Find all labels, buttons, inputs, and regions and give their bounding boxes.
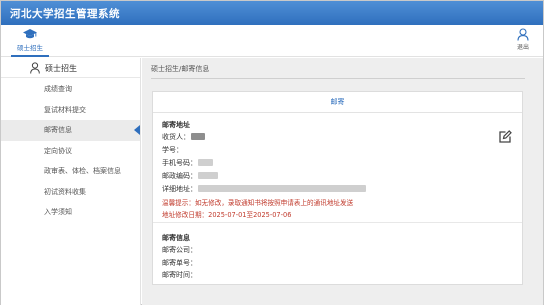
sidebar-item-retest-materials[interactable]: 复试材料提交 bbox=[1, 100, 140, 121]
postcode-value-redacted bbox=[198, 172, 218, 179]
mailing-info-title: 邮寄信息 bbox=[162, 234, 190, 242]
logout-label: 退出 bbox=[516, 44, 529, 51]
postcode-label: 邮政编码： bbox=[162, 172, 197, 180]
company-label: 邮寄公司： bbox=[162, 246, 197, 254]
postcode-row: 邮政编码： bbox=[162, 171, 218, 181]
app-window: 河北大学招生管理系统 硕士招生 退出 硕士招生 成绩查询 复试材料提交 邮寄信息… bbox=[0, 0, 544, 305]
recipient-value-redacted bbox=[191, 133, 205, 140]
section-divider bbox=[153, 222, 522, 223]
address-row: 详细地址： bbox=[162, 184, 366, 194]
logout-button[interactable]: 退出 bbox=[513, 28, 533, 51]
sidebar-item-political-medical-archive[interactable]: 政审表、体检、档案信息 bbox=[1, 161, 140, 182]
sidebar-item-initial-test-collection[interactable]: 初试资料收集 bbox=[1, 182, 140, 203]
sidebar-item-enrollment-notice[interactable]: 入学须知 bbox=[1, 202, 140, 223]
breadcrumb: 硕士招生/邮寄信息 bbox=[151, 65, 210, 73]
mail-time-label: 邮寄时间： bbox=[162, 271, 197, 279]
tab-mailing[interactable]: 邮寄 bbox=[153, 92, 522, 113]
student-id-label: 学号： bbox=[162, 146, 183, 154]
user-icon bbox=[30, 62, 40, 74]
sidebar-header-label: 硕士招生 bbox=[45, 64, 77, 73]
recipient-row: 收货人： bbox=[162, 132, 205, 142]
company-row: 邮寄公司： bbox=[162, 245, 197, 255]
student-id-row: 学号： bbox=[162, 145, 183, 155]
mailing-card: 邮寄 邮寄地址 收货人： 学号： 手机号码： 邮政编码： 详细地址： 温馨提示：… bbox=[152, 91, 523, 285]
sidebar-item-label: 邮寄信息 bbox=[44, 126, 72, 134]
tab-label: 硕士招生 bbox=[17, 44, 43, 52]
top-nav: 硕士招生 退出 bbox=[1, 25, 543, 57]
mail-time-row: 邮寄时间： bbox=[162, 270, 197, 280]
active-tab-indicator bbox=[11, 55, 49, 57]
sidebar-header[interactable]: 硕士招生 bbox=[1, 58, 140, 78]
address-value-redacted bbox=[198, 185, 366, 192]
sidebar-item-score-query[interactable]: 成绩查询 bbox=[1, 79, 140, 100]
tab-master-admission[interactable]: 硕士招生 bbox=[9, 27, 51, 57]
mailing-address-title: 邮寄地址 bbox=[162, 121, 190, 129]
breadcrumb-divider bbox=[151, 78, 525, 79]
sidebar-menu: 成绩查询 复试材料提交 邮寄信息 定向协议 政审表、体检、档案信息 初试资料收集… bbox=[1, 79, 140, 223]
address-label: 详细地址： bbox=[162, 185, 197, 193]
app-title: 河北大学招生管理系统 bbox=[10, 8, 120, 20]
tracking-label: 邮寄单号： bbox=[162, 259, 197, 267]
sidebar: 硕士招生 成绩查询 复试材料提交 邮寄信息 定向协议 政审表、体检、档案信息 初… bbox=[1, 58, 141, 305]
title-bar: 河北大学招生管理系统 bbox=[1, 1, 543, 25]
graduation-cap-icon bbox=[23, 29, 37, 39]
recipient-label: 收货人： bbox=[162, 133, 190, 141]
user-icon bbox=[517, 28, 529, 41]
sidebar-item-mailing-info[interactable]: 邮寄信息 bbox=[1, 120, 140, 141]
phone-value-redacted bbox=[198, 159, 213, 166]
mailing-notice: 温馨提示：如无修改，录取通知书将按照申请表上的通讯地址发送 bbox=[162, 199, 354, 207]
tracking-row: 邮寄单号： bbox=[162, 258, 197, 268]
active-item-arrow bbox=[134, 125, 140, 135]
phone-label: 手机号码： bbox=[162, 159, 197, 167]
address-modify-period: 地址修改日期：2025-07-01至2025-07-06 bbox=[162, 211, 292, 219]
edit-icon[interactable] bbox=[498, 130, 512, 144]
sidebar-item-directional-agreement[interactable]: 定向协议 bbox=[1, 141, 140, 162]
main-content: 硕士招生/邮寄信息 邮寄 邮寄地址 收货人： 学号： 手机号码： 邮政编码： 详… bbox=[142, 58, 543, 305]
phone-row: 手机号码： bbox=[162, 158, 213, 168]
